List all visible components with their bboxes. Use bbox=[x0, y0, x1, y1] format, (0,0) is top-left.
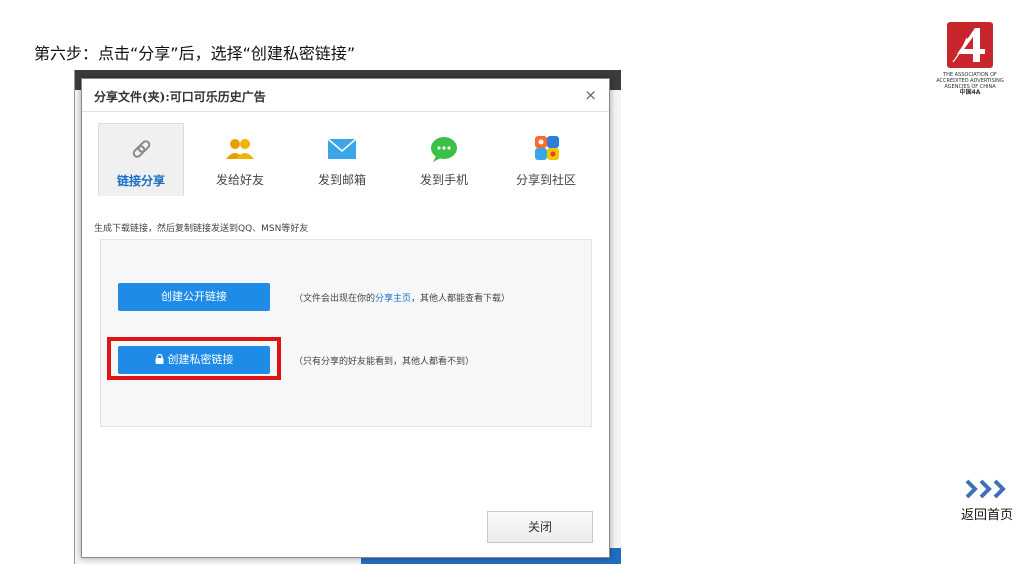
back-home-nav[interactable]: 返回首页 bbox=[952, 478, 1022, 523]
tab-link-share[interactable]: 链接分享 bbox=[98, 123, 184, 196]
create-public-link-button[interactable]: 创建公开链接 bbox=[118, 283, 270, 311]
triple-chevron-right-icon bbox=[952, 478, 1022, 504]
link-icon bbox=[121, 134, 161, 166]
tab-send-friends-label: 发给好友 bbox=[215, 173, 264, 187]
step-title: 第六步：点击“分享”后，选择“创建私密链接” bbox=[34, 44, 356, 63]
link-options-panel: 创建公开链接 （文件会出现在你的分享主页，其他人都能查看下载） 创建私密链接 （… bbox=[100, 239, 592, 427]
logo-text: THE ASSOCIATION OF ACCREDITED ADVERTISIN… bbox=[930, 72, 1010, 96]
public-note-suffix: ，其他人都能查看下载） bbox=[411, 294, 511, 304]
tab-share-community-label: 分享到社区 bbox=[515, 173, 576, 187]
tab-send-phone-label: 发到手机 bbox=[419, 173, 468, 187]
create-public-link-label: 创建公开链接 bbox=[161, 290, 227, 303]
highlight-box bbox=[107, 337, 281, 380]
link-share-hint: 生成下载链接，然后复制链接发送到QQ、MSN等好友 bbox=[94, 224, 309, 234]
dialog-close-icon[interactable]: × bbox=[584, 86, 597, 104]
tab-send-phone[interactable]: 发到手机 bbox=[402, 123, 486, 195]
tab-link-share-label: 链接分享 bbox=[116, 174, 165, 188]
logo-cn: 中国4A bbox=[959, 89, 981, 96]
mail-icon bbox=[322, 133, 362, 165]
close-button[interactable]: 关闭 bbox=[487, 511, 593, 543]
china-4a-logo: THE ASSOCIATION OF ACCREDITED ADVERTISIN… bbox=[930, 22, 1010, 96]
share-dialog: 分享文件(夹):可口可乐历史广告 × 链接分享 发给好友 发到邮箱 发到手机 分… bbox=[81, 78, 610, 558]
chat-icon bbox=[424, 133, 464, 165]
share-tabs: 链接分享 发给好友 发到邮箱 发到手机 分享到社区 bbox=[98, 123, 592, 199]
public-note-prefix: （文件会出现在你的 bbox=[294, 294, 376, 304]
community-icon bbox=[526, 133, 566, 165]
logo-mark bbox=[947, 22, 993, 68]
dialog-header: 分享文件(夹):可口可乐历史广告 × bbox=[82, 79, 609, 112]
public-link-note: （文件会出现在你的分享主页，其他人都能查看下载） bbox=[294, 291, 510, 304]
tab-send-friends[interactable]: 发给好友 bbox=[198, 123, 282, 195]
dialog-title: 分享文件(夹):可口可乐历史广告 bbox=[94, 90, 266, 104]
tab-send-email-label: 发到邮箱 bbox=[317, 173, 366, 187]
back-home-label: 返回首页 bbox=[960, 508, 1013, 523]
share-homepage-link[interactable]: 分享主页 bbox=[375, 294, 411, 304]
tab-share-community[interactable]: 分享到社区 bbox=[504, 123, 588, 195]
friends-icon bbox=[220, 133, 260, 165]
tab-send-email[interactable]: 发到邮箱 bbox=[300, 123, 384, 195]
private-link-note: （只有分享的好友能看到，其他人都看不到） bbox=[294, 357, 475, 367]
